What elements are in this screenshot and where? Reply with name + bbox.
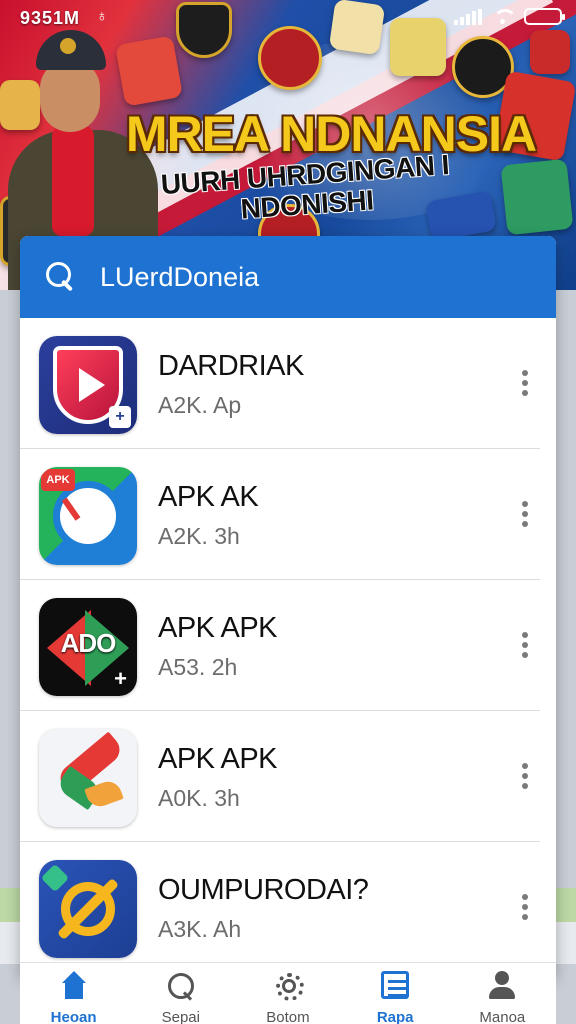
list-item[interactable]: APK APK A0K. 3h <box>20 711 540 842</box>
app-name: DARDRIAK <box>158 350 304 382</box>
app-name: OUMPURODAI? <box>158 874 369 906</box>
user-icon <box>486 971 518 1003</box>
nav-search[interactable]: Sepai <box>131 963 231 1024</box>
list-item[interactable]: + DARDRIAK A2K. Ap <box>20 318 540 449</box>
list-item[interactable]: ADO + APK APK A53. 2h <box>20 580 540 711</box>
banner-title: MREA NDNANSIA <box>125 106 537 162</box>
nav-label: Heoan <box>50 1009 97 1024</box>
more-options-icon[interactable] <box>510 366 540 400</box>
nav-list[interactable]: Rapa <box>345 963 445 1024</box>
emblem-badge <box>530 30 570 74</box>
emblem-badge <box>258 26 322 90</box>
list-icon <box>381 971 410 999</box>
bottom-navigation: Heoan Sepai Botom Rapa Manoa <box>20 962 556 1024</box>
search-icon <box>165 971 197 1003</box>
app-name: APK APK <box>158 743 278 775</box>
app-list-card: + DARDRIAK A2K. Ap APK APK AK A2K. 3h AD… <box>20 236 556 976</box>
nav-profile[interactable]: Manoa <box>452 963 552 1024</box>
search-input[interactable] <box>100 261 500 293</box>
app-meta: A0K. 3h <box>158 785 240 811</box>
pinwheel-icon[interactable] <box>39 729 137 827</box>
more-options-icon[interactable] <box>510 759 540 793</box>
search-bar[interactable] <box>20 236 556 318</box>
signal-icon <box>454 8 482 25</box>
app-meta: A3K. Ah <box>158 916 242 942</box>
list-item[interactable]: OUMPURODAI? A3K. Ah <box>20 842 540 973</box>
gear-icon <box>272 971 304 1003</box>
shield-play-icon[interactable]: + <box>39 336 137 434</box>
status-bar: 9351M ♁ <box>0 6 576 32</box>
wifi-icon <box>492 8 517 25</box>
app-name: APK APK <box>158 612 278 644</box>
search-icon[interactable] <box>46 262 76 292</box>
status-time: 9351M <box>20 8 81 28</box>
nav-label: Sepai <box>161 1009 200 1024</box>
notification-icon: ♁ <box>96 8 108 25</box>
app-meta: A2K. 3h <box>158 523 240 549</box>
app-list: + DARDRIAK A2K. Ap APK APK AK A2K. 3h AD… <box>20 318 556 973</box>
app-meta: A53. 2h <box>158 654 238 680</box>
list-item[interactable]: APK APK AK A2K. 3h <box>20 449 540 580</box>
more-options-icon[interactable] <box>510 628 540 662</box>
app-icon-text: ADO <box>60 628 117 658</box>
more-options-icon[interactable] <box>510 497 540 531</box>
nav-label: Botom <box>266 1009 310 1024</box>
nav-home[interactable]: Heoan <box>24 963 124 1024</box>
app-name: APK AK <box>158 481 259 513</box>
emblem-badge <box>500 158 574 236</box>
clock-icon[interactable]: APK <box>39 467 137 565</box>
ado-logo-icon[interactable]: ADO + <box>39 598 137 696</box>
app-meta: A2K. Ap <box>158 392 242 418</box>
wrench-ring-icon[interactable] <box>39 860 137 958</box>
nav-label: Rapa <box>376 1009 414 1024</box>
more-options-icon[interactable] <box>510 890 540 924</box>
nav-label: Manoa <box>479 1009 526 1024</box>
battery-icon <box>524 8 565 25</box>
home-icon <box>58 971 90 1003</box>
nav-settings[interactable]: Botom <box>238 963 338 1024</box>
